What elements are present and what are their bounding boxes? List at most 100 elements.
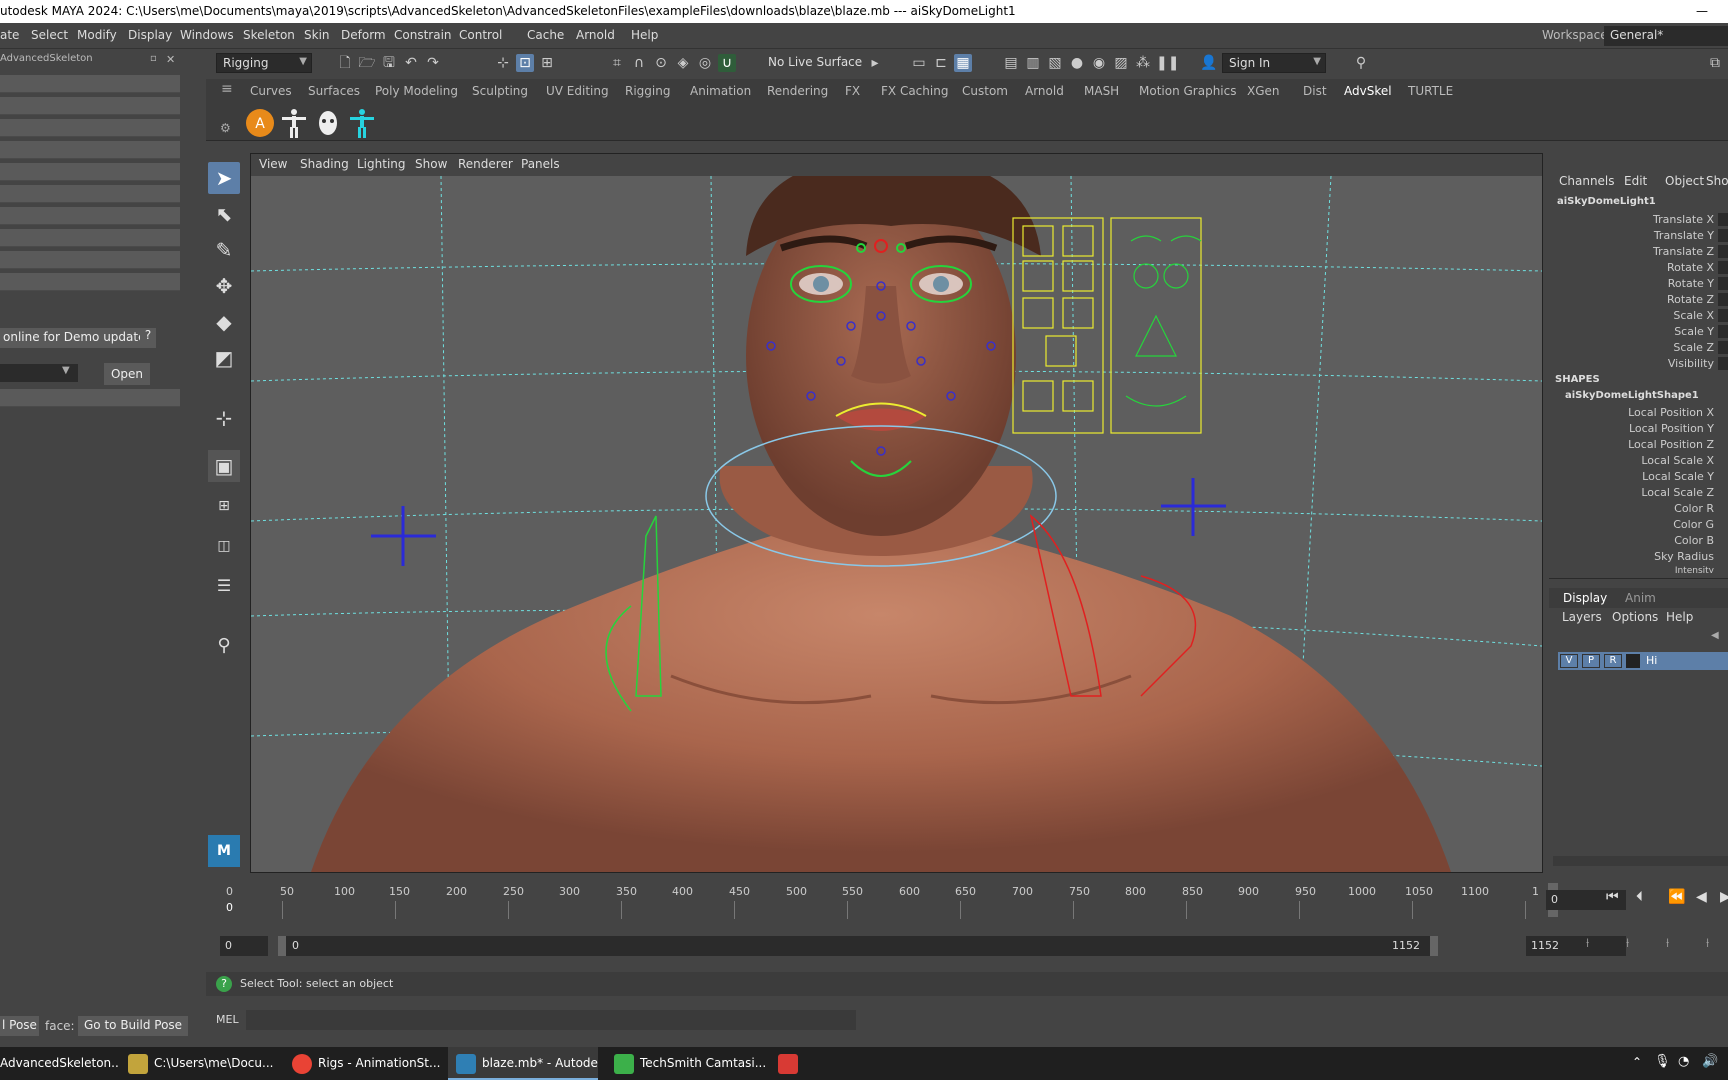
attr-scale-z[interactable]: Scale Z [1673, 341, 1714, 354]
tab-sculpting[interactable]: Sculpting [472, 84, 528, 98]
viewport-menu-show[interactable]: Show [415, 157, 447, 171]
hypershade-icon[interactable]: ● [1068, 54, 1086, 72]
adv-row[interactable] [0, 229, 180, 247]
tab-display[interactable]: Display [1563, 591, 1607, 605]
face-control-board[interactable] [1012, 217, 1202, 434]
adv-row[interactable] [0, 207, 180, 225]
menu-windows[interactable]: Windows [180, 28, 234, 42]
character-model[interactable] [311, 176, 1451, 872]
layer-menu-help[interactable]: Help [1666, 610, 1693, 624]
microphone-icon[interactable]: 🎙 [1654, 1054, 1671, 1069]
attr-rotate-z[interactable]: Rotate Z [1667, 293, 1714, 306]
attr-translate-z[interactable]: Translate Z [1653, 245, 1714, 258]
arnold-render-icon[interactable]: ◉ [1090, 54, 1108, 72]
menu-cache[interactable]: Cache [527, 28, 564, 42]
adv-row[interactable] [0, 163, 180, 181]
menu-skin[interactable]: Skin [304, 28, 330, 42]
minimize-icon[interactable]: — [1696, 0, 1708, 23]
single-view-icon[interactable]: ▣ [208, 450, 240, 482]
attr-value[interactable] [1718, 341, 1728, 354]
attr-translate-y[interactable]: Translate Y [1654, 229, 1714, 242]
adv-row[interactable] [0, 273, 180, 291]
attr-color-r[interactable]: Color R [1674, 502, 1714, 515]
attr-value[interactable] [1718, 229, 1728, 242]
attr-value[interactable] [1718, 325, 1728, 338]
attr-value[interactable] [1718, 245, 1728, 258]
range-start-handle[interactable] [278, 936, 286, 956]
volume-icon[interactable]: 🔊 [1702, 1054, 1718, 1069]
tab-xgen[interactable]: XGen [1247, 84, 1280, 98]
tab-animation[interactable]: Animation [690, 84, 751, 98]
attr-value[interactable] [1718, 357, 1728, 370]
last-tool-icon[interactable]: ⊹ [208, 402, 240, 434]
play-backward-icon[interactable]: ◀ [1696, 889, 1707, 905]
attr-value[interactable] [1718, 277, 1728, 290]
tab-surfaces[interactable]: Surfaces [308, 84, 360, 98]
menu-modify[interactable]: Modify [77, 28, 117, 42]
key-tick-icon[interactable]: ⟊ [1706, 936, 1709, 951]
lasso-tool-icon[interactable]: ⬉ [208, 198, 240, 230]
animation-start-field[interactable]: 0 [220, 936, 268, 956]
redo-icon[interactable]: ↷ [424, 54, 442, 72]
wifi-icon[interactable]: ◔ [1678, 1054, 1689, 1069]
step-back-frame-icon[interactable]: ⏪ [1668, 889, 1685, 905]
tab-motion-graphics[interactable]: Motion Graphics [1139, 84, 1237, 98]
select-object-icon[interactable]: ⊡ [516, 54, 534, 72]
play-forward-icon[interactable]: ▸ [866, 54, 884, 72]
snap-curve-icon[interactable]: ∩ [630, 54, 648, 72]
layer-color-swatch[interactable] [1626, 654, 1640, 668]
tab-channels[interactable]: Channels [1559, 174, 1615, 188]
attr-value[interactable] [1718, 261, 1728, 274]
adv-row[interactable] [0, 185, 180, 203]
layer-name[interactable]: Hi [1646, 654, 1657, 667]
live-surface-label[interactable]: No Live Surface [768, 55, 862, 69]
magnet-icon[interactable]: ∪ [718, 54, 736, 72]
menu-select[interactable]: Select [31, 28, 68, 42]
taskbar-explorer[interactable]: C:\Users\me\Docu... [120, 1047, 280, 1080]
tray-chevron-up-icon[interactable]: ⌃ [1632, 1055, 1642, 1069]
four-view-icon[interactable]: ⊞ [208, 490, 240, 522]
tab-uv-editing[interactable]: UV Editing [546, 84, 609, 98]
attr-local-scale-z[interactable]: Local Scale Z [1641, 486, 1714, 499]
viewport-menu-panels[interactable]: Panels [521, 157, 560, 171]
tab-show[interactable]: Sho [1706, 174, 1728, 188]
menu-arnold[interactable]: Arnold [576, 28, 615, 42]
taskbar-maya[interactable]: blaze.mb* - Autode... [448, 1047, 598, 1080]
layer-scrollbar[interactable] [1553, 856, 1728, 866]
menu-deform[interactable]: Deform [341, 28, 386, 42]
taskbar-chrome[interactable]: Rigs - AnimationSt... [284, 1047, 444, 1080]
attr-translate-x[interactable]: Translate X [1653, 213, 1714, 226]
attr-local-scale-y[interactable]: Local Scale Y [1642, 470, 1714, 483]
attr-local-position-z[interactable]: Local Position Z [1628, 438, 1714, 451]
go-to-build-pose-button[interactable]: Go to Build Pose [78, 1016, 189, 1036]
selector-icon[interactable] [346, 107, 378, 139]
attr-rotate-x[interactable]: Rotate X [1667, 261, 1714, 274]
adv-dropdown[interactable]: ▼ [0, 364, 78, 382]
attr-scale-y[interactable]: Scale Y [1674, 325, 1714, 338]
render-settings-icon[interactable]: ▦ [954, 54, 972, 72]
menu-help[interactable]: Help [631, 28, 658, 42]
tab-fx-caching[interactable]: FX Caching [881, 84, 948, 98]
attr-rotate-y[interactable]: Rotate Y [1668, 277, 1714, 290]
shelf-menu-icon[interactable]: ≡ [221, 81, 233, 97]
tab-curves[interactable]: Curves [250, 84, 292, 98]
shelf-gear-icon[interactable]: ⚙ [220, 121, 231, 135]
tab-fx[interactable]: FX [845, 84, 860, 98]
menu-constrain[interactable]: Constrain [394, 28, 452, 42]
help-button[interactable]: ? [140, 328, 156, 348]
workspace-dropdown[interactable]: General* [1604, 26, 1728, 46]
attr-intensity[interactable]: Intensity [1675, 566, 1714, 573]
key-tick-icon[interactable]: ⟊ [1586, 936, 1589, 951]
key-tick-icon[interactable]: ⟊ [1666, 936, 1669, 951]
adv-row[interactable] [0, 75, 180, 93]
scale-tool-icon[interactable]: ◩ [208, 342, 240, 374]
demo-updates-button[interactable]: online for Demo updates [0, 328, 152, 348]
light-editor-icon[interactable]: ⁂ [1134, 54, 1152, 72]
tab-poly-modeling[interactable]: Poly Modeling [375, 84, 458, 98]
render-frame-icon[interactable]: ▤ [1002, 54, 1020, 72]
move-tool-icon[interactable]: ✥ [208, 270, 240, 302]
adv-close-icon[interactable]: ✕ [166, 53, 175, 66]
viewport-menu-renderer[interactable]: Renderer [458, 157, 513, 171]
adv-row[interactable] [0, 389, 180, 407]
command-language-label[interactable]: MEL [216, 1013, 239, 1026]
